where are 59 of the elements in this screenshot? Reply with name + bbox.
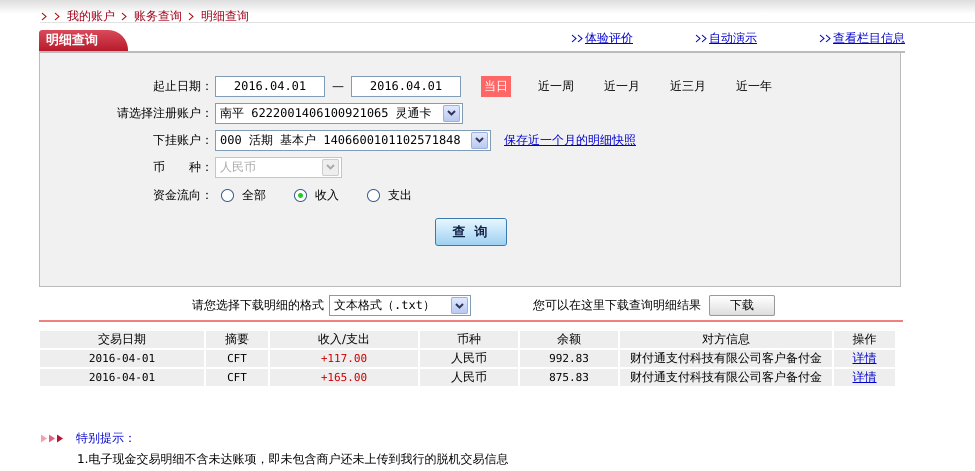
table-cell: CFT bbox=[206, 350, 270, 367]
date-field[interactable]: 2016.04.01 bbox=[351, 76, 461, 96]
link[interactable]: 体验评价 bbox=[585, 30, 633, 47]
table-cell: 人民币 bbox=[420, 350, 520, 367]
field-label: 币 种： bbox=[152, 158, 214, 176]
date-range-option[interactable]: 近一月 bbox=[601, 76, 643, 96]
radio-label: 全部 bbox=[242, 186, 266, 204]
column-header: 对方信息 bbox=[620, 331, 834, 348]
dropdown[interactable]: 文本格式（.txt） bbox=[329, 295, 471, 316]
table-cell: 875.83 bbox=[520, 369, 620, 386]
table-cell: 财付通支付科技有限公司客户备付金 bbox=[620, 369, 834, 386]
field-label: 起止日期： bbox=[152, 78, 214, 94]
dropdown[interactable]: 000 活期 基本户 1406600101102571848 bbox=[215, 130, 491, 150]
notice-item: 1.电子现金交易明细不含未达账项，即未包含商户还未上传到我行的脱机交易信息 bbox=[77, 451, 510, 468]
table-cell: 992.83 bbox=[520, 350, 620, 367]
table-cell: 人民币 bbox=[420, 369, 520, 386]
radio-button[interactable] bbox=[294, 188, 307, 202]
table-cell: +165.00 bbox=[270, 369, 420, 386]
column-header: 余额 bbox=[520, 331, 620, 348]
tab[interactable]: 明细查询 bbox=[39, 30, 128, 51]
chevron-icon bbox=[121, 12, 128, 20]
breadcrumb-link[interactable]: 明细查询 bbox=[201, 8, 249, 24]
breadcrumb-link[interactable]: 我的账户 bbox=[67, 8, 115, 24]
date-range-option[interactable]: 近一周 bbox=[535, 76, 577, 96]
breadcrumb-link[interactable]: 账务查询 bbox=[134, 8, 182, 24]
column-header: 收入/支出 bbox=[270, 331, 420, 348]
chevron-icon bbox=[188, 12, 195, 20]
radio-label: 支出 bbox=[388, 186, 412, 204]
date-range-option[interactable]: 近一年 bbox=[733, 76, 775, 96]
date-field[interactable]: 2016.04.01 bbox=[215, 76, 325, 96]
download-hint: 您可以在这里下载查询明细结果 bbox=[533, 297, 701, 314]
double-chevron-icon bbox=[695, 34, 709, 43]
query-button[interactable]: 查 询 bbox=[435, 218, 507, 246]
table-cell: 财付通支付科技有限公司客户备付金 bbox=[620, 350, 834, 367]
link[interactable]: 自动演示 bbox=[709, 30, 757, 47]
date-range-option[interactable]: 近三月 bbox=[667, 76, 709, 96]
download-button[interactable]: 下载 bbox=[709, 295, 775, 316]
column-header: 操作 bbox=[834, 331, 897, 348]
notice-title: 特别提示： bbox=[76, 430, 136, 447]
link[interactable]: 保存近一个月的明细快照 bbox=[504, 132, 636, 148]
radio-button[interactable] bbox=[367, 188, 380, 202]
field-label: 下挂账户： bbox=[152, 132, 214, 148]
link[interactable]: 查看栏目信息 bbox=[833, 30, 905, 47]
radio-label: 收入 bbox=[315, 186, 339, 204]
column-header: 摘要 bbox=[206, 331, 270, 348]
table-cell: CFT bbox=[206, 369, 270, 386]
field-label: 请选择注册账户： bbox=[116, 104, 214, 122]
table-cell: +117.00 bbox=[270, 350, 420, 367]
download-label: 请您选择下载明细的格式 bbox=[192, 297, 324, 314]
field-label: 资金流向： bbox=[152, 186, 214, 204]
dropdown[interactable]: 南平 6222001406100921065 灵通卡 bbox=[215, 102, 463, 124]
table-cell: 2016-04-01 bbox=[40, 369, 206, 386]
double-chevron-icon bbox=[819, 34, 833, 43]
column-header: 币种 bbox=[420, 331, 520, 348]
double-chevron-icon bbox=[571, 34, 585, 43]
table-cell: 2016-04-01 bbox=[40, 350, 206, 367]
radio-button[interactable] bbox=[221, 188, 234, 202]
column-header: 交易日期 bbox=[40, 331, 206, 348]
date-separator: — bbox=[331, 79, 345, 93]
